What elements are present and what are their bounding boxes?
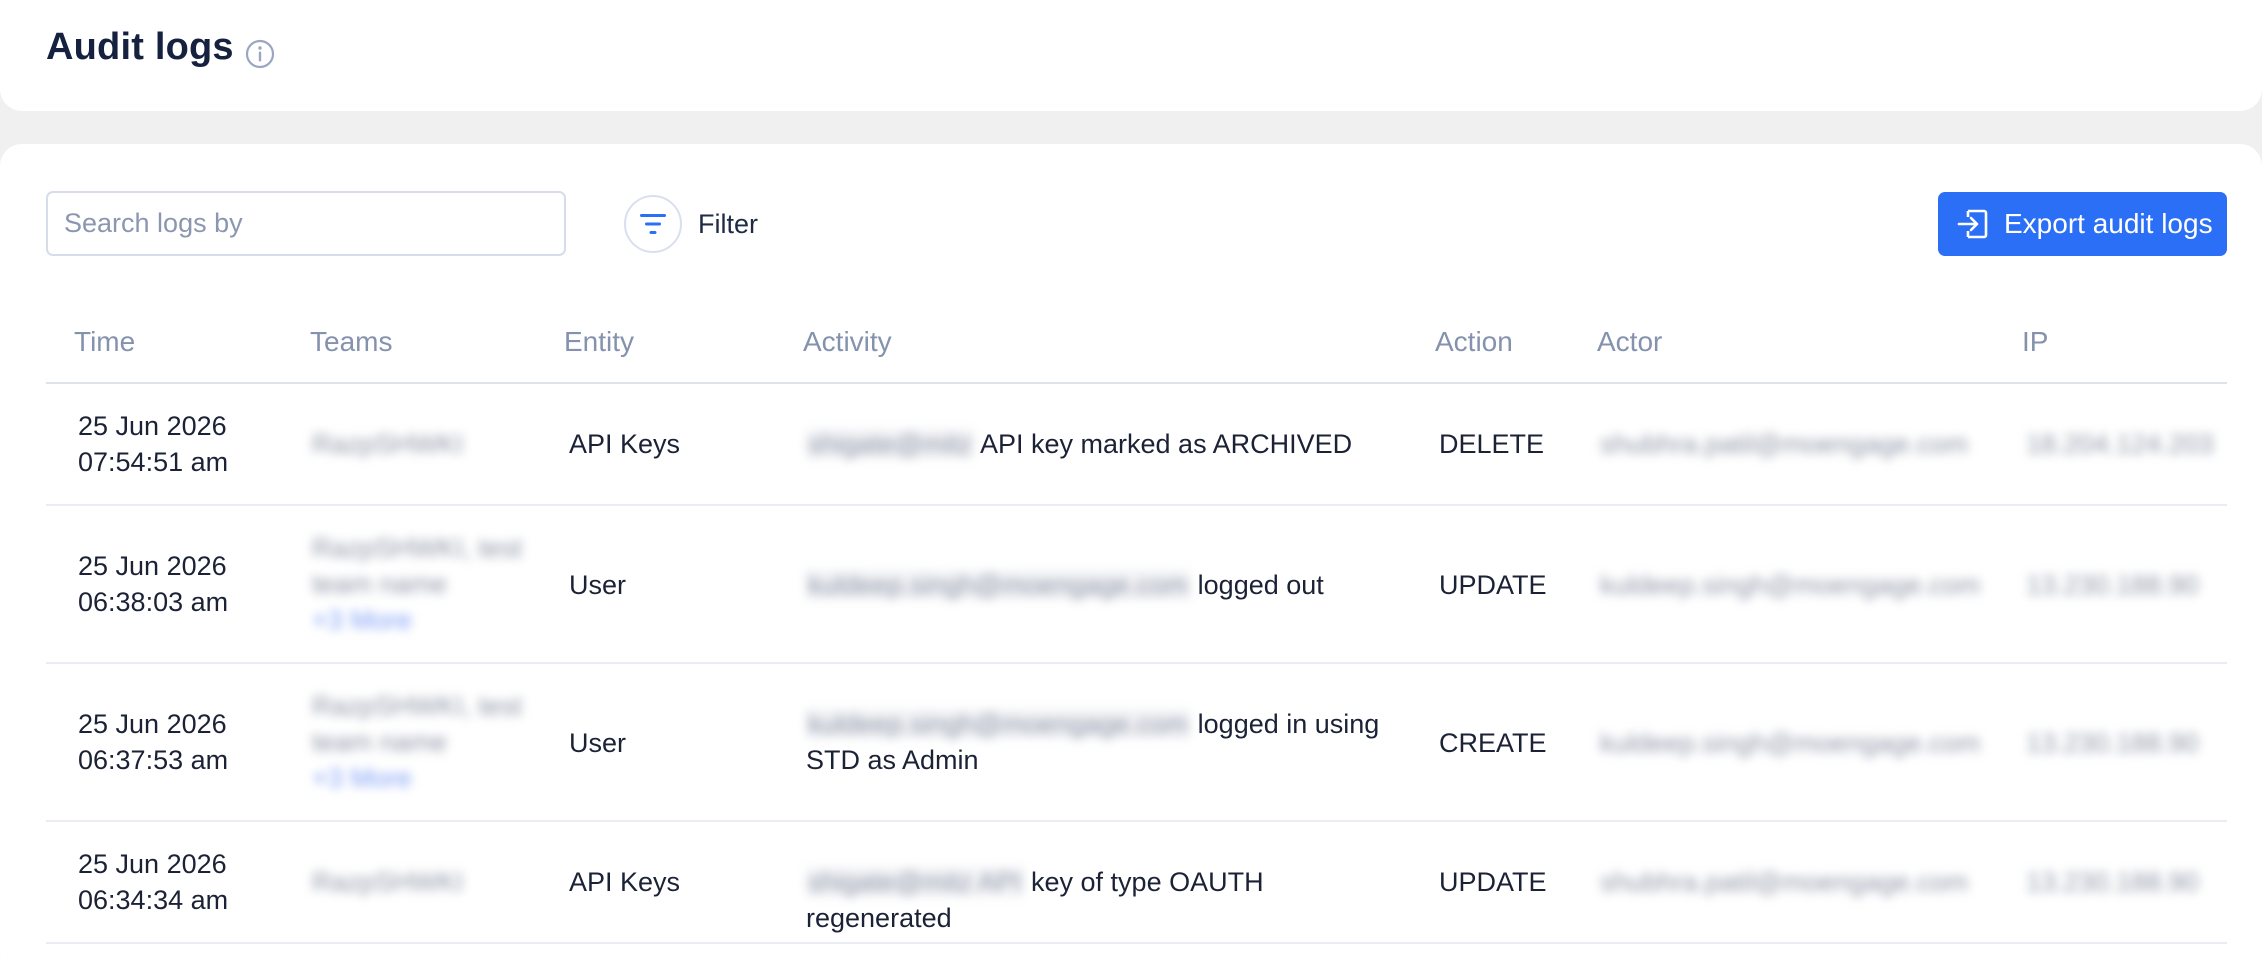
time-text: 06:37:53 am [78,745,229,775]
export-icon [1957,209,1988,239]
actor-cell: shubhra.patil@moengage.com [1600,867,1969,897]
column-header-actor: Actor [1597,326,1663,357]
teams-cell: RazpSHWKI [312,429,464,459]
filter-icon [640,214,666,234]
actor-cell: kuldeep.singh@moengage.com [1600,570,1981,600]
ip-cell: 13.230.188.90 [2026,867,2199,897]
teams-cell: RazpSHWKI [312,867,464,897]
teams-more-link[interactable]: +3 More [312,602,522,638]
column-header-ip: IP [2022,326,2049,357]
page-header: Audit logs [0,0,2262,111]
date-text: 25 Jun 2026 [78,551,227,581]
activity-cell: shigate@mitz API key of type OAUTH regen… [806,864,1406,936]
action-cell: UPDATE [1439,570,1547,600]
column-header-entity: Entity [564,326,635,357]
activity-text-continued: STD as Admin [806,745,979,775]
actor-cell: shubhra.patil@moengage.com [1600,429,1969,459]
time-text: 06:38:03 am [78,587,229,617]
filter-label: Filter [698,208,758,239]
table-row[interactable]: 25 Jun 2026 06:37:53 am RazpSHWKI, test … [46,664,2227,822]
activity-cell: shigate@mitz API key marked as ARCHIVED [806,426,1396,462]
action-cell: UPDATE [1439,867,1547,897]
column-header-action: Action [1435,326,1513,357]
activity-cell: kuldeep.singh@moengage.com logged out [806,567,1396,603]
activity-cell: kuldeep.singh@moengage.com logged in usi… [806,706,1396,778]
column-header-activity: Activity [803,326,892,357]
ip-cell: 13.230.188.90 [2026,570,2199,600]
activity-subject: shigate@mitz API [806,867,1024,897]
table-row[interactable]: 25 Jun 2026 07:54:51 am RazpSHWKI API Ke… [46,384,2227,506]
activity-text: logged in using [1197,709,1380,739]
export-audit-logs-button[interactable]: Export audit logs [1938,192,2227,256]
activity-subject: shigate@mitz [806,429,974,459]
filter-icon-circle[interactable] [624,195,682,253]
teams-cell: RazpSHWKI, test team name +3 More [312,688,522,796]
activity-text: logged out [1197,570,1324,600]
ip-cell: 18.204.124.203 [2026,429,2214,459]
filter-button[interactable]: Filter [624,195,758,253]
search-input[interactable] [46,191,566,256]
table-row[interactable]: 25 Jun 2026 06:34:34 am RazpSHWKI API Ke… [46,822,2227,944]
entity-cell: User [569,570,627,600]
teams-text: team name [312,569,448,599]
time-cell: 25 Jun 2026 06:37:53 am [78,706,228,778]
entity-cell: API Keys [569,429,681,459]
time-cell: 25 Jun 2026 07:54:51 am [78,408,228,480]
column-header-teams: Teams [310,326,393,357]
activity-subject: kuldeep.singh@moengage.com [806,570,1191,600]
entity-cell: API Keys [569,867,681,897]
actor-cell: kuldeep.singh@moengage.com [1600,728,1981,758]
audit-log-table: Time Teams Entity Activity Action Actor … [46,304,2227,944]
time-text: 06:34:34 am [78,885,229,915]
date-text: 25 Jun 2026 [78,411,227,441]
export-label: Export audit logs [2004,208,2213,239]
time-cell: 25 Jun 2026 06:34:34 am [78,846,228,918]
info-icon[interactable] [244,38,276,70]
column-header-time: Time [74,326,136,357]
page-title: Audit logs [46,26,234,68]
date-text: 25 Jun 2026 [78,849,227,879]
action-cell: CREATE [1439,728,1547,758]
teams-text: team name [312,727,448,757]
teams-text: RazpSHWKI, test [312,691,523,721]
date-text: 25 Jun 2026 [78,709,227,739]
teams-cell: RazpSHWKI, test team name +3 More [312,530,522,638]
teams-text: RazpSHWKI, test [312,533,523,563]
activity-subject: kuldeep.singh@moengage.com [806,709,1191,739]
teams-more-link[interactable]: +3 More [312,760,522,796]
action-cell: DELETE [1439,429,1545,459]
time-cell: 25 Jun 2026 06:38:03 am [78,548,228,620]
entity-cell: User [569,728,627,758]
ip-cell: 13.230.188.90 [2026,728,2199,758]
table-header: Time Teams Entity Activity Action Actor … [46,304,2227,384]
audit-log-panel: Filter Export audit logs Time Teams Enti… [0,144,2262,956]
table-row[interactable]: 25 Jun 2026 06:38:03 am RazpSHWKI, test … [46,506,2227,664]
time-text: 07:54:51 am [78,447,229,477]
activity-text: API key marked as ARCHIVED [979,429,1353,459]
